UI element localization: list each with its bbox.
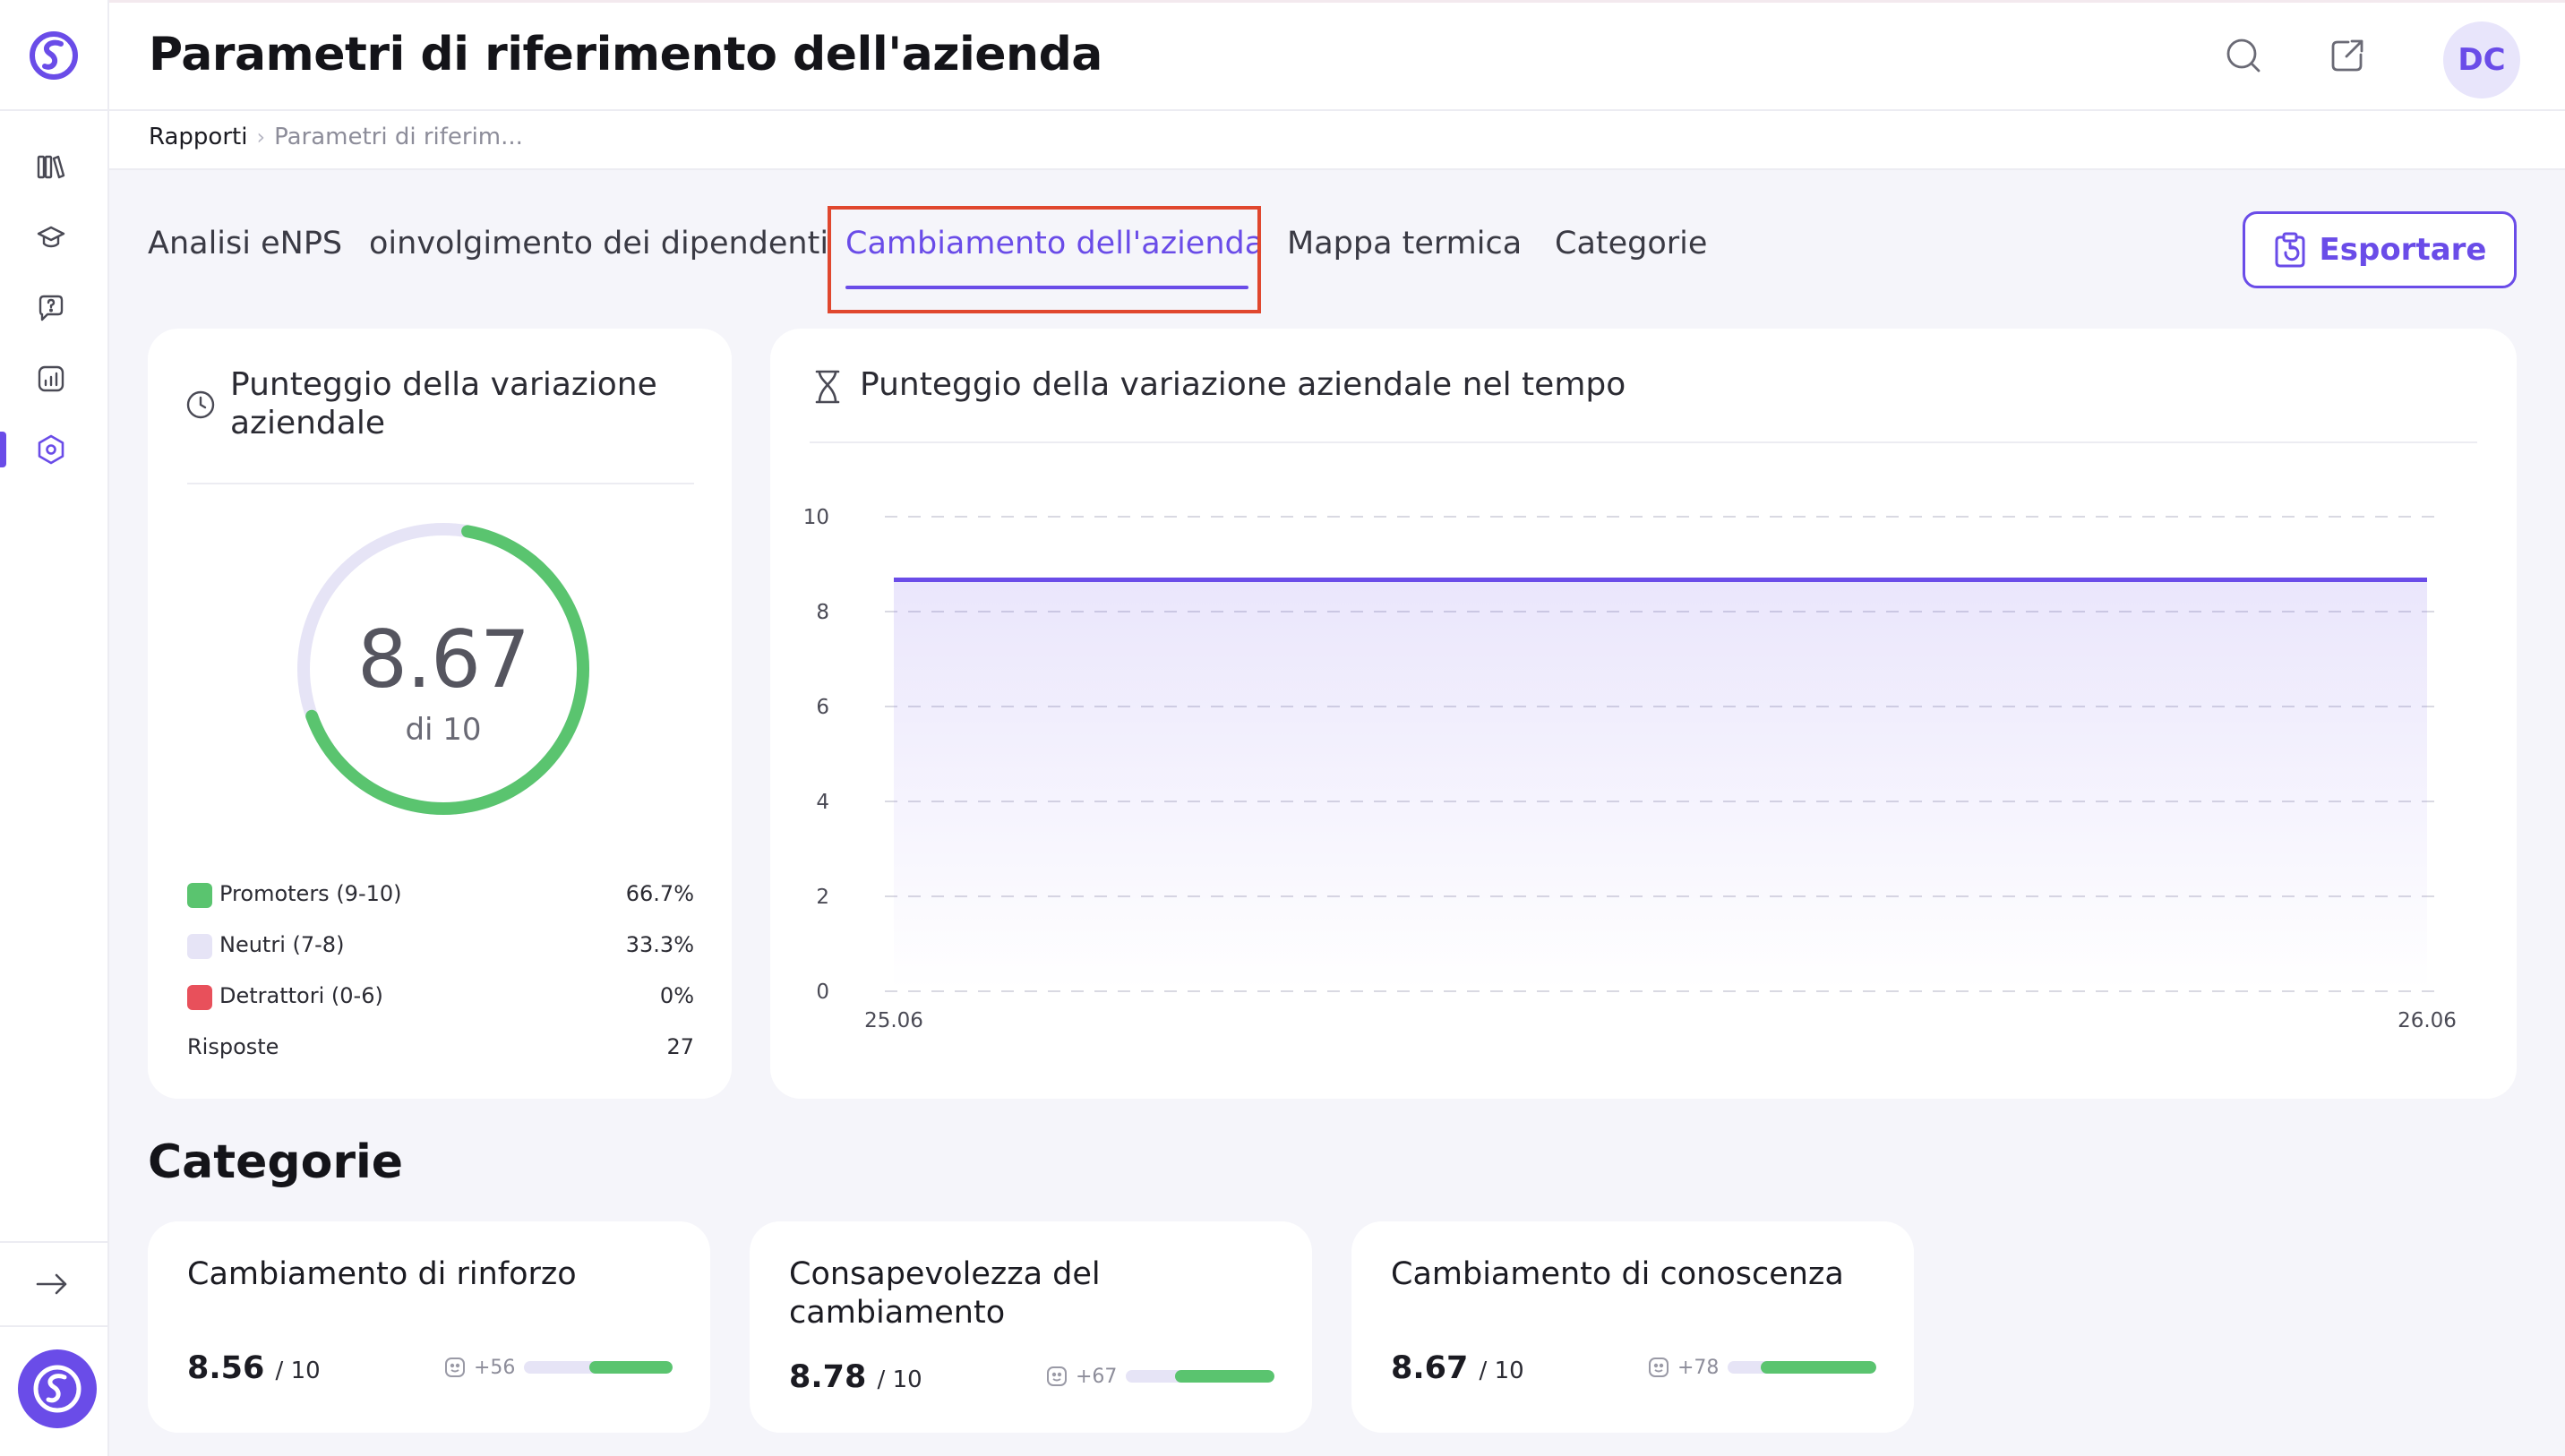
page-title: Parametri di riferimento dell'azienda bbox=[149, 28, 1102, 81]
legend-row-risposte: Risposte 27 bbox=[187, 1030, 694, 1066]
category-score-scale: / 10 bbox=[877, 1366, 922, 1393]
sidebar-divider bbox=[0, 1325, 107, 1327]
smiley-icon bbox=[1649, 1358, 1669, 1377]
category-delta-value: +78 bbox=[1677, 1356, 1720, 1379]
app-logo-icon[interactable] bbox=[27, 29, 81, 82]
legend-label: Detrattori (0-6) bbox=[219, 983, 383, 1008]
help-chat-icon[interactable] bbox=[33, 290, 69, 326]
analytics-icon[interactable] bbox=[33, 361, 69, 397]
legend-label: Risposte bbox=[187, 1034, 279, 1059]
y-tick-label: 6 bbox=[816, 696, 829, 719]
legend-swatch bbox=[187, 985, 212, 1010]
clock-icon bbox=[186, 390, 215, 419]
category-score-value: 8.67 bbox=[1391, 1350, 1469, 1386]
score-card: Punteggio della variazione aziendale 8.6… bbox=[148, 329, 732, 1099]
legend-value: 27 bbox=[666, 1034, 694, 1059]
category-score: 8.67 / 10 bbox=[1391, 1350, 1524, 1386]
active-tab-highlight bbox=[828, 206, 1261, 313]
y-tick-label: 10 bbox=[803, 506, 829, 529]
x-tick-label: 25.06 bbox=[864, 1009, 923, 1032]
line-area-chart: 0 2 4 6 8 10 25.06 26.06 bbox=[803, 506, 2457, 1032]
tab-analisi-enps[interactable]: Analisi eNPS bbox=[148, 226, 342, 261]
category-card[interactable]: Cambiamento di rinforzo 8.56 / 10 +56 bbox=[148, 1221, 710, 1433]
search-icon[interactable] bbox=[2223, 35, 2264, 76]
breadcrumb-current: Parametri di riferim... bbox=[274, 124, 523, 150]
trend-chart-card: Punteggio della variazione aziendale nel… bbox=[770, 329, 2517, 1099]
top-bar: Parametri di riferimento dell'azienda DC bbox=[109, 0, 2565, 111]
category-title: Consapevolezza del cambiamento bbox=[789, 1256, 1101, 1331]
category-progress-bar bbox=[1728, 1361, 1876, 1374]
brand-logo-icon[interactable] bbox=[18, 1349, 97, 1428]
gauge-sub-label: di 10 bbox=[405, 712, 482, 748]
sidebar-divider bbox=[0, 109, 107, 111]
category-progress-bar bbox=[524, 1361, 673, 1374]
user-avatar[interactable]: DC bbox=[2443, 21, 2520, 98]
card-divider bbox=[187, 483, 694, 484]
category-progress-fill bbox=[1760, 1361, 1876, 1374]
category-delta: +67 bbox=[1045, 1365, 1117, 1388]
category-delta: +56 bbox=[443, 1356, 515, 1379]
legend-row-promoters: Promoters (9-10) 66.7% bbox=[187, 877, 694, 912]
chevron-right-icon: › bbox=[256, 124, 266, 150]
legend-value: 66.7% bbox=[625, 881, 694, 906]
category-progress-fill bbox=[1174, 1370, 1274, 1383]
score-card-title: Punteggio della variazione aziendale bbox=[230, 366, 657, 441]
clipboard-export-icon bbox=[2275, 232, 2305, 268]
category-score-value: 8.56 bbox=[187, 1350, 265, 1386]
category-score-scale: / 10 bbox=[1479, 1358, 1524, 1384]
settings-hexagon-icon[interactable] bbox=[33, 432, 69, 467]
y-tick-label: 0 bbox=[816, 981, 829, 1004]
category-title: Cambiamento di conoscenza bbox=[1391, 1256, 1844, 1292]
category-delta-value: +67 bbox=[1076, 1365, 1118, 1388]
legend-swatch bbox=[187, 883, 212, 908]
breadcrumb: Rapporti › Parametri di riferim... bbox=[149, 124, 523, 150]
category-score-scale: / 10 bbox=[275, 1358, 321, 1384]
breadcrumb-root[interactable]: Rapporti bbox=[149, 124, 247, 150]
series-area bbox=[894, 579, 2427, 991]
category-title: Cambiamento di rinforzo bbox=[187, 1256, 577, 1292]
category-delta: +78 bbox=[1647, 1356, 1719, 1379]
share-external-icon[interactable] bbox=[2327, 35, 2368, 76]
breadcrumb-bar: Rapporti › Parametri di riferim... bbox=[109, 111, 2565, 170]
sidebar-active-indicator bbox=[0, 432, 6, 467]
legend-label: Promoters (9-10) bbox=[219, 881, 402, 906]
smiley-icon bbox=[1047, 1366, 1067, 1386]
tab-mappa-termica[interactable]: Mappa termica bbox=[1287, 226, 1522, 261]
category-card[interactable]: Cambiamento di conoscenza 8.67 / 10 +78 bbox=[1351, 1221, 1914, 1433]
y-tick-label: 8 bbox=[816, 601, 829, 624]
sidebar-divider bbox=[0, 1241, 107, 1243]
category-score: 8.56 / 10 bbox=[187, 1350, 321, 1386]
category-progress-bar bbox=[1126, 1370, 1274, 1383]
category-delta-value: +56 bbox=[474, 1356, 516, 1379]
tab-categorie[interactable]: Categorie bbox=[1555, 226, 1707, 261]
categories-section-title: Categorie bbox=[148, 1135, 404, 1189]
tab-coinvolgimento[interactable]: oinvolgimento dei dipendenti bbox=[369, 226, 828, 261]
legend-swatch bbox=[187, 934, 212, 959]
library-icon[interactable] bbox=[33, 149, 69, 184]
smiley-icon bbox=[445, 1358, 465, 1377]
export-button-label: Esportare bbox=[2319, 232, 2487, 268]
legend-value: 0% bbox=[659, 983, 694, 1008]
legend-label: Neutri (7-8) bbox=[219, 932, 345, 957]
sidebar bbox=[0, 0, 109, 1456]
category-score-value: 8.78 bbox=[789, 1359, 867, 1395]
legend-row-detrattori: Detrattori (0-6) 0% bbox=[187, 979, 694, 1015]
gauge-value: 8.67 bbox=[357, 613, 530, 706]
graduation-cap-icon[interactable] bbox=[33, 219, 69, 255]
category-card[interactable]: Consapevolezza del cambiamento 8.78 / 10… bbox=[750, 1221, 1312, 1433]
y-tick-label: 2 bbox=[816, 886, 829, 909]
export-button[interactable]: Esportare bbox=[2243, 211, 2517, 288]
x-tick-label: 26.06 bbox=[2398, 1009, 2457, 1032]
arrow-right-icon[interactable] bbox=[34, 1266, 70, 1302]
legend-row-neutri: Neutri (7-8) 33.3% bbox=[187, 928, 694, 964]
category-progress-fill bbox=[589, 1361, 673, 1374]
legend-value: 33.3% bbox=[625, 932, 694, 957]
y-tick-label: 4 bbox=[816, 791, 829, 814]
category-score: 8.78 / 10 bbox=[789, 1359, 922, 1395]
